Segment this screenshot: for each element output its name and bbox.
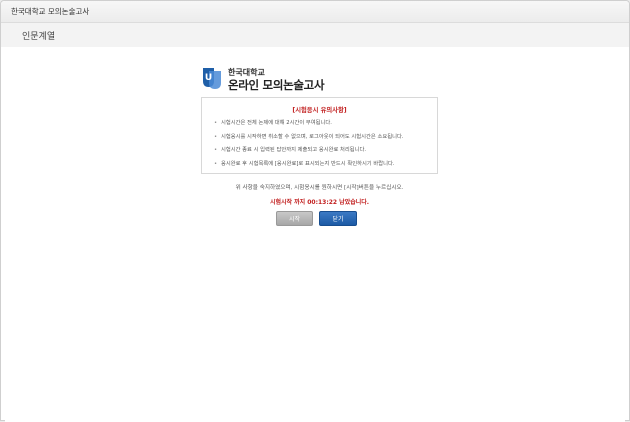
notice-title: [시험응시 유의사항] [292, 107, 347, 114]
notice-item: • 시험시간 종료 시 입력된 답안까지 제출되고 응시완료 처리됩니다. [214, 145, 434, 159]
notice-item: • 시험시간은 전체 논제에 대해 2시간이 부여됩니다. [214, 118, 434, 132]
notice-item: • 응시완료 후 시험목록에 [응시완료]로 표시되는지 반드시 확인하시기 바랍… [214, 159, 434, 173]
close-button[interactable]: 닫기 [319, 211, 357, 226]
notice-list: • 시험시간은 전체 논제에 대해 2시간이 부여됩니다. • 시험응시를 시작하면… [214, 118, 434, 172]
notice-panel: [시험응시 유의사항] • 시험시간은 전체 논제에 대해 2시간이 부여됩니다.… [201, 97, 438, 174]
notice-item-text: 응시완료 후 시험목록에 [응시완료]로 표시되는지 반드시 확인하시기 바랍니… [221, 160, 395, 167]
notice-item: • 시험응시를 시작하면 취소할 수 없으며, 로그아웃이 되어도 시험시간은 소… [214, 132, 434, 146]
start-instruction: 위 사항을 숙지하였으며, 시험응시를 원하시면 [시작]버튼을 누르십시오. [235, 185, 404, 191]
bullet-icon: • [214, 160, 218, 167]
exam-logo: U 한국대학교 온라인 모의논술고사 [201, 66, 361, 94]
title-bar: 한국대학교 모의논술고사 [1, 1, 629, 23]
bullet-icon: • [214, 133, 218, 140]
start-button[interactable]: 시작 [276, 211, 313, 226]
main-content: U 한국대학교 온라인 모의논술고사 [시험응시 유의사항] • 시험시간은 전체… [5, 47, 625, 422]
countdown-timer: 시험시작 까지 00:13:22 남았습니다. [269, 199, 370, 206]
bullet-icon: • [214, 147, 218, 153]
window-title: 한국대학교 모의논술고사 [11, 7, 90, 16]
logo-exam-name: 온라인 모의논술고사 [228, 78, 325, 92]
notice-item-text: 시험시간은 전체 논제에 대해 2시간이 부여됩니다. [221, 120, 332, 126]
bullet-icon: • [214, 120, 218, 126]
tab-bar: 인문계열 [1, 23, 629, 47]
tab-humanities[interactable]: 인문계열 [22, 29, 55, 42]
svg-text:U: U [205, 73, 212, 83]
notice-item-text: 시험시간 종료 시 입력된 답안까지 제출되고 응시완료 처리됩니다. [221, 147, 367, 153]
u-logo-icon: U [201, 66, 223, 90]
browser-window: 한국대학교 모의논술고사 인문계열 U 한국대학교 온라인 모의논술고사 [시험… [0, 0, 630, 422]
notice-item-text: 시험응시를 시작하면 취소할 수 없으며, 로그아웃이 되어도 시험시간은 소요… [221, 133, 404, 140]
